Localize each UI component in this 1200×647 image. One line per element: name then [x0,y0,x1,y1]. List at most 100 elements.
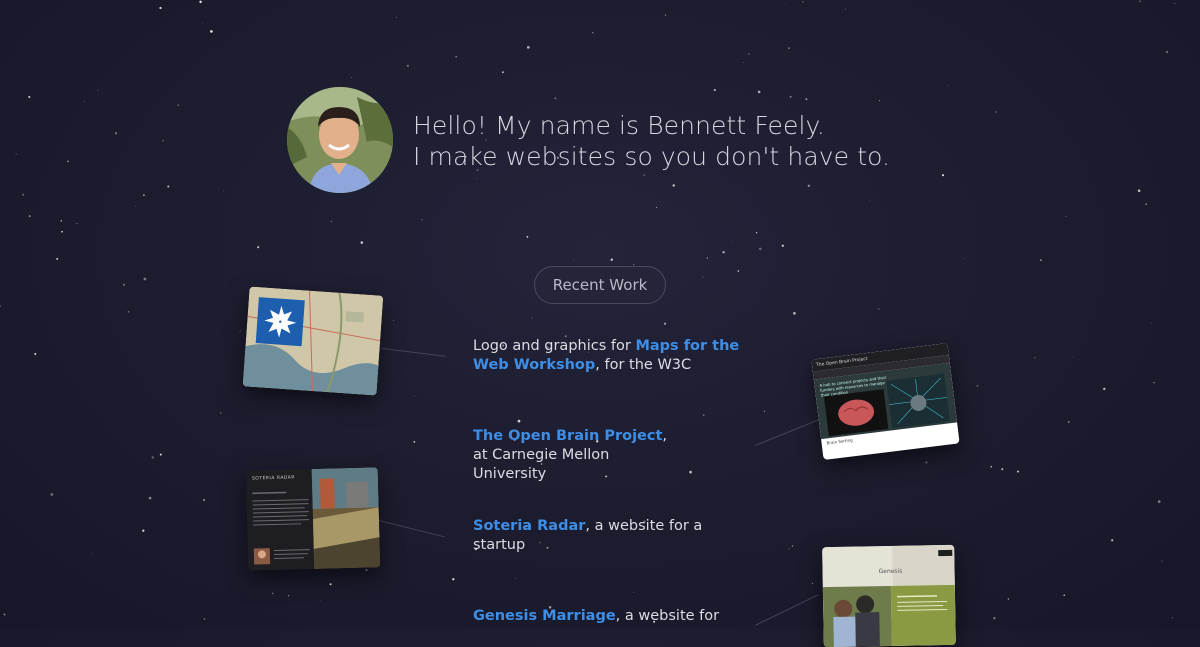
star [737,270,740,272]
star [177,104,179,106]
star [1145,203,1147,205]
star [993,617,996,620]
star [34,352,37,356]
star [789,95,792,98]
star [948,85,950,87]
open-brain-thumbnail[interactable]: The Open Brain Project A hub to connect … [811,343,960,460]
star [351,77,353,79]
star [1151,322,1152,324]
star [1034,357,1036,359]
star [406,64,409,67]
star [203,498,206,501]
star [223,190,224,192]
star [501,71,504,74]
star [802,1,804,3]
intro-line-2: I make websites so you don't have to. [413,142,891,171]
star [689,470,692,474]
star [633,591,635,593]
star [67,160,69,163]
star [50,493,54,496]
star [1161,560,1163,562]
star [413,395,415,397]
star [713,88,716,92]
genesis-brand: Genesis [878,567,903,576]
star [656,207,657,208]
maps-workshop-thumbnail[interactable] [242,286,384,396]
star [526,46,530,49]
star [793,312,796,315]
star [759,247,762,251]
star [878,100,880,102]
star [167,185,170,188]
star [452,578,455,581]
star [706,257,708,259]
star [122,283,126,286]
star [526,236,529,238]
star [28,95,31,99]
star [531,317,533,319]
star [1174,2,1176,4]
star [84,101,85,102]
star [976,384,979,387]
star [134,205,136,207]
star [413,440,416,443]
star [162,139,164,142]
star [60,220,62,222]
star [393,320,394,321]
star [573,260,574,261]
work-item-genesis: Genesis Marriage, a website for [473,608,720,624]
star [755,232,758,234]
soteria-radar-link[interactable]: Soteria Radar [473,518,585,534]
star [1001,468,1004,471]
star [731,240,733,242]
star [807,184,810,187]
star [1065,215,1067,217]
star [633,264,635,266]
star [15,153,17,155]
soteria-radar-thumbnail[interactable]: SOTERIA RADAR [245,467,381,571]
star [1153,381,1155,384]
recent-work-button[interactable]: Recent Work [534,266,666,304]
star [702,276,704,278]
star [1165,50,1169,54]
star [517,419,521,423]
star [878,308,880,310]
star [1137,189,1141,192]
star [61,230,63,233]
star [763,410,765,412]
star [869,200,871,202]
open-brain-link[interactable]: The Open Brain Project [473,428,662,444]
star [1007,598,1010,600]
star [202,23,203,24]
star [1068,421,1070,423]
star [664,14,667,16]
avatar [287,87,393,193]
star [1111,539,1114,542]
star [365,569,368,571]
star [476,177,478,179]
star [329,583,332,586]
star [1017,470,1019,473]
star [610,258,613,261]
star [0,305,1,307]
star [148,496,152,500]
genesis-marriage-link[interactable]: Genesis Marriage [473,608,616,624]
star [844,8,846,10]
star [360,241,364,244]
star [672,184,675,187]
star [788,548,790,550]
star [272,592,274,595]
star [159,6,162,10]
star [56,257,59,260]
star [220,412,222,414]
star [592,32,594,34]
work-item-maps: Logo and graphics for Maps for the Web W… [473,338,740,373]
genesis-marriage-thumbnail[interactable]: Genesis [822,544,956,647]
star [702,414,705,416]
star [3,613,6,616]
star [781,244,784,247]
star [1139,0,1141,2]
star [748,53,750,55]
star [22,193,25,196]
star [353,626,354,628]
